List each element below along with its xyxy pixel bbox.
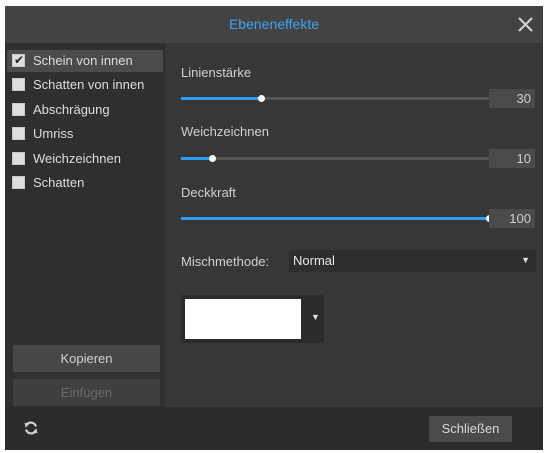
blend-mode-select[interactable]: Normal ▼ <box>289 250 536 272</box>
effect-blur[interactable]: Weichzeichnen <box>7 148 163 170</box>
effect-checkbox[interactable] <box>12 127 25 140</box>
effect-checkbox[interactable] <box>12 152 25 165</box>
layer-effects-dialog: Ebeneneffekte ✔ Schein von innen Schatte… <box>5 6 543 450</box>
effect-label: Schatten <box>33 175 85 190</box>
effect-settings-panel: Linienstärke 30 Weichzeichnen 10 Deckkra… <box>165 43 543 407</box>
refresh-icon <box>24 421 38 435</box>
color-dropdown-button[interactable]: ▼ <box>305 295 324 343</box>
refresh-button[interactable] <box>23 420 39 441</box>
stroke-width-slider[interactable] <box>181 91 489 105</box>
stroke-width-value[interactable]: 30 <box>489 89 535 108</box>
effect-checkbox[interactable] <box>12 78 25 91</box>
effect-label: Schein von innen <box>33 53 133 68</box>
effect-label: Weichzeichnen <box>33 151 121 166</box>
effect-inner-glow[interactable]: ✔ Schein von innen <box>7 50 163 72</box>
dialog-footer: Schließen <box>5 407 543 450</box>
blur-label: Weichzeichnen <box>181 124 269 139</box>
opacity-value[interactable]: 100 <box>489 209 535 228</box>
copy-button[interactable]: Kopieren <box>13 345 160 372</box>
slider-fill <box>181 217 489 220</box>
title-bar: Ebeneneffekte <box>5 6 543 43</box>
blend-mode-value: Normal <box>293 253 335 268</box>
effect-checkbox[interactable] <box>12 176 25 189</box>
slider-fill <box>181 97 262 100</box>
effect-shadow[interactable]: Schatten <box>7 172 163 194</box>
slider-fill <box>181 157 212 160</box>
opacity-slider[interactable] <box>181 211 493 225</box>
slider-thumb[interactable] <box>258 95 266 102</box>
effect-label: Umriss <box>33 126 74 141</box>
chevron-down-icon: ▼ <box>521 255 530 265</box>
effect-label: Abschrägung <box>33 102 110 117</box>
color-swatch[interactable] <box>185 299 301 339</box>
effect-bevel[interactable]: Abschrägung <box>7 99 163 121</box>
stroke-width-label: Linienstärke <box>181 65 252 80</box>
check-icon: ✔ <box>14 53 25 67</box>
chevron-down-icon: ▼ <box>311 312 320 322</box>
effect-label: Schatten von innen <box>33 77 145 92</box>
close-window-button[interactable] <box>507 6 543 43</box>
effect-checkbox[interactable]: ✔ <box>12 53 25 67</box>
dialog-title: Ebeneneffekte <box>228 16 320 32</box>
opacity-label: Deckkraft <box>181 185 236 200</box>
paste-button[interactable]: Einfügen <box>13 379 160 406</box>
slider-thumb[interactable] <box>208 155 216 162</box>
blur-value[interactable]: 10 <box>489 149 535 168</box>
effect-outline[interactable]: Umriss <box>7 123 163 145</box>
slider-track <box>181 157 489 160</box>
effects-sidebar: ✔ Schein von innen Schatten von innen Ab… <box>5 43 165 407</box>
blend-mode-label: Mischmethode: <box>181 254 270 269</box>
effect-checkbox[interactable] <box>12 103 25 116</box>
close-icon <box>518 17 533 32</box>
close-button[interactable]: Schließen <box>429 416 512 442</box>
blur-slider[interactable] <box>181 151 489 165</box>
effect-inner-shadow[interactable]: Schatten von innen <box>7 74 163 96</box>
color-picker[interactable]: ▼ <box>181 295 324 343</box>
